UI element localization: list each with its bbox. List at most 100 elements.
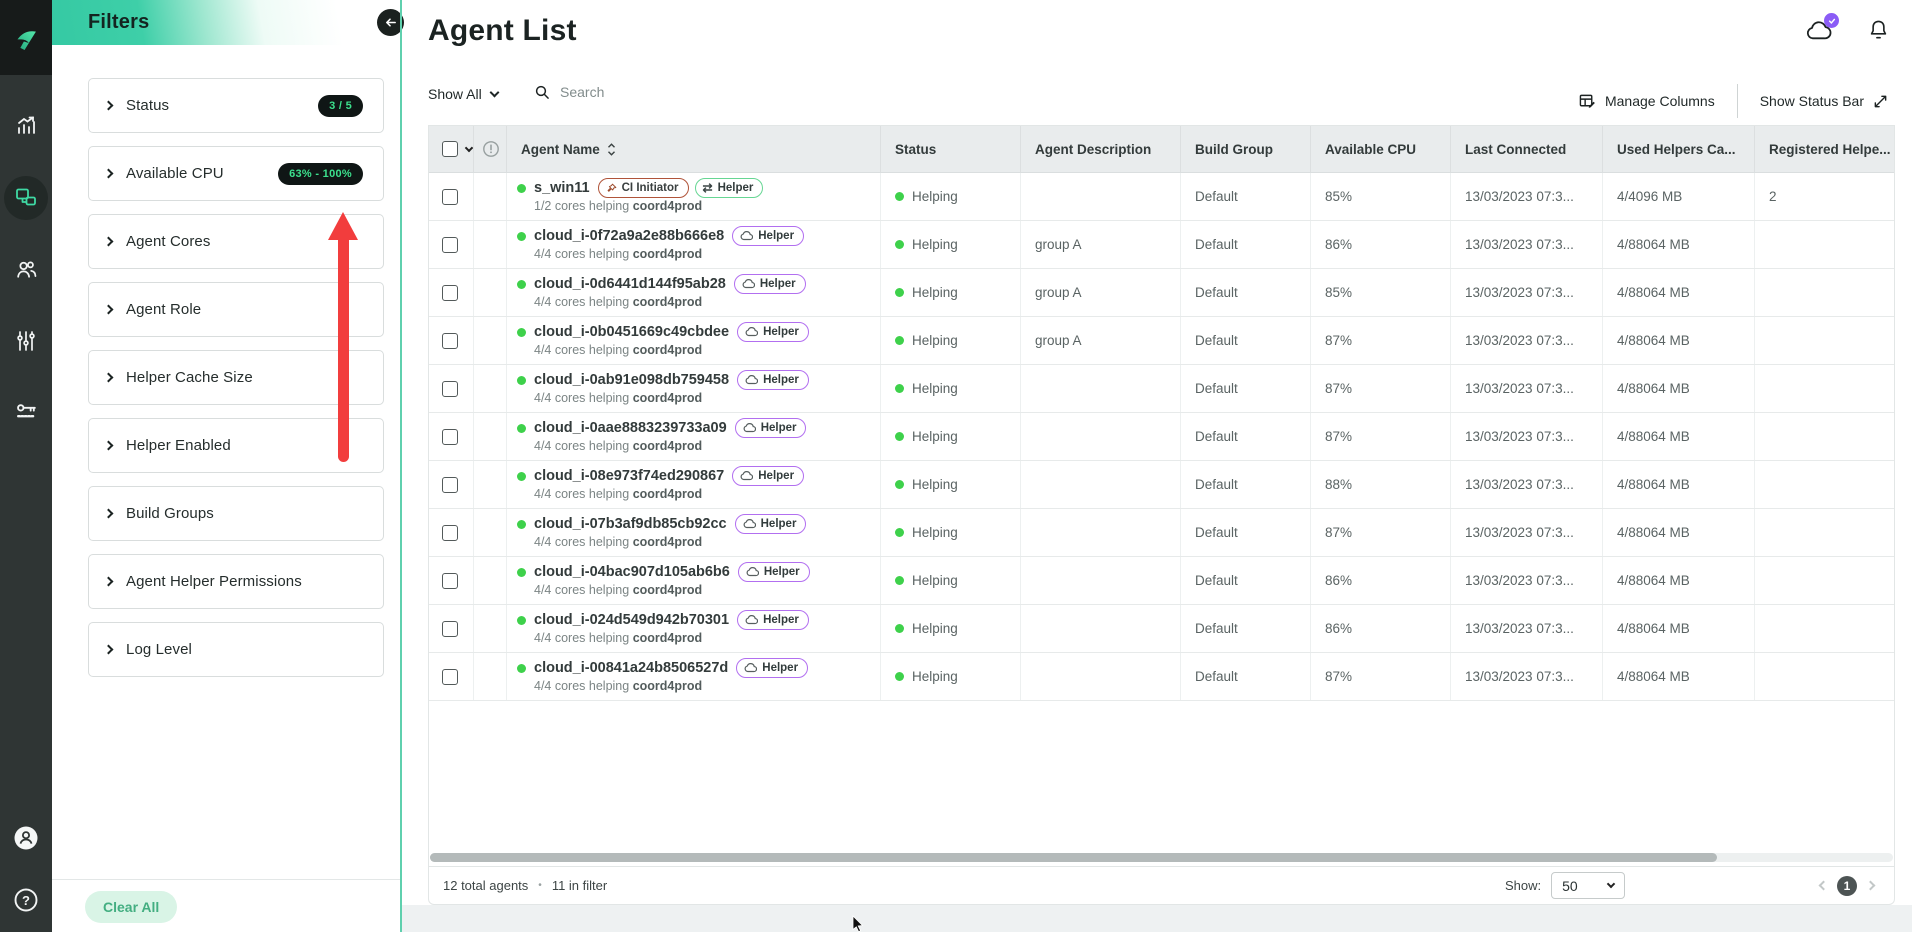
filter-item[interactable]: Helper Cache Size <box>88 350 384 405</box>
arrow-left-icon <box>384 16 397 29</box>
registered-helpers-cell <box>1755 221 1894 268</box>
agents-icon[interactable] <box>0 176 52 220</box>
last-connected-cell: 13/03/2023 07:3... <box>1451 173 1603 220</box>
last-connected-cell: 13/03/2023 07:3... <box>1451 365 1603 412</box>
dot-separator: • <box>538 880 542 891</box>
row-alert-cell <box>474 509 507 556</box>
badge-label: Helper <box>763 325 799 339</box>
cloud-icon <box>746 567 759 577</box>
badge-helper-purple: Helper <box>737 370 809 390</box>
profile-icon[interactable] <box>0 816 52 860</box>
scrollbar-thumb[interactable] <box>430 853 1717 862</box>
filter-item[interactable]: Agent Cores <box>88 214 384 269</box>
status-dot <box>895 624 904 633</box>
last-connected-cell: 13/03/2023 07:3... <box>1451 557 1603 604</box>
badge-helper-purple: Helper <box>737 322 809 342</box>
badge-helper-purple: Helper <box>732 466 804 486</box>
column-header-agent-name[interactable]: Agent Name <box>507 126 881 172</box>
tools-divider <box>1737 84 1738 118</box>
row-checkbox[interactable] <box>442 285 458 301</box>
swap-arrows-icon: ⇄ <box>703 182 713 194</box>
agent-name-cell: cloud_i-07b3af9db85cb92cc Helper 4/4 cor… <box>507 509 881 556</box>
current-page-number[interactable]: 1 <box>1837 876 1857 896</box>
sliders-icon[interactable] <box>0 319 52 363</box>
filter-item[interactable]: Build Groups <box>88 486 384 541</box>
filter-item[interactable]: Available CPU 63% - 100% <box>88 146 384 201</box>
build-group-cell: Default <box>1181 317 1311 364</box>
notifications-icon[interactable] <box>1867 18 1890 48</box>
available-cpu-cell: 86% <box>1311 605 1451 652</box>
select-all-checkbox[interactable] <box>442 141 458 157</box>
filter-label: Helper Cache Size <box>126 369 253 386</box>
filter-item[interactable]: Status 3 / 5 <box>88 78 384 133</box>
status-cell: Helping <box>881 653 1021 700</box>
row-checkbox[interactable] <box>442 189 458 205</box>
row-checkbox[interactable] <box>442 525 458 541</box>
cloud-status-icon[interactable] <box>1803 18 1835 48</box>
page-title: Agent List <box>428 14 577 48</box>
agent-name: cloud_i-07b3af9db85cb92cc <box>534 515 727 533</box>
total-agents-text: 12 total agents <box>443 878 528 893</box>
filter-item[interactable]: Helper Enabled <box>88 418 384 473</box>
row-checkbox[interactable] <box>442 381 458 397</box>
online-dot <box>517 520 526 529</box>
build-group-cell: Default <box>1181 509 1311 556</box>
agent-name: cloud_i-0b0451669c49cbdee <box>534 323 729 341</box>
row-alert-cell <box>474 365 507 412</box>
status-text: Helping <box>912 189 958 204</box>
status-text: Helping <box>912 381 958 396</box>
active-item-indicator <box>4 176 48 220</box>
status-cell: Helping <box>881 461 1021 508</box>
filter-item[interactable]: Agent Role <box>88 282 384 337</box>
page-size-select[interactable]: 50 <box>1551 872 1625 899</box>
row-checkbox[interactable] <box>442 669 458 685</box>
show-all-dropdown[interactable]: Show All <box>428 86 498 102</box>
online-dot <box>517 232 526 241</box>
row-checkbox[interactable] <box>442 621 458 637</box>
status-cell: Helping <box>881 509 1021 556</box>
agent-badges: Helper <box>732 466 804 486</box>
row-checkbox[interactable] <box>442 477 458 493</box>
app-logo[interactable] <box>0 0 52 75</box>
row-checkbox[interactable] <box>442 333 458 349</box>
status-text: Helping <box>912 573 958 588</box>
online-dot <box>517 472 526 481</box>
badge-label: Helper <box>758 469 794 483</box>
online-dot <box>517 280 526 289</box>
manage-columns-button[interactable]: Manage Columns <box>1579 93 1715 110</box>
in-filter-text: 11 in filter <box>552 878 607 893</box>
row-alert-cell <box>474 605 507 652</box>
clear-all-button[interactable]: Clear All <box>85 891 177 923</box>
show-status-bar-button[interactable]: Show Status Bar <box>1760 93 1888 109</box>
help-icon[interactable]: ? <box>0 878 52 922</box>
cloud-check-badge <box>1824 13 1839 28</box>
previous-page-button[interactable] <box>1820 882 1827 889</box>
agent-name: cloud_i-08e973f74ed290867 <box>534 467 724 485</box>
pagination: 1 <box>1820 876 1874 896</box>
badge-helper-purple: Helper <box>737 610 809 630</box>
horizontal-scrollbar[interactable] <box>429 850 1894 866</box>
filter-item[interactable]: Log Level <box>88 622 384 677</box>
filter-item[interactable]: Agent Helper Permissions <box>88 554 384 609</box>
agent-name-cell: cloud_i-04bac907d105ab6b6 Helper 4/4 cor… <box>507 557 881 604</box>
select-menu-chevron-icon[interactable] <box>465 143 473 151</box>
agent-table: Agent Name Status Agent Description Buil… <box>428 125 1895 905</box>
row-checkbox[interactable] <box>442 237 458 253</box>
badge-helper-purple: Helper <box>736 658 808 678</box>
api-keys-icon[interactable] <box>0 389 52 433</box>
filter-label: Helper Enabled <box>126 437 231 454</box>
status-cell: Helping <box>881 221 1021 268</box>
status-text: Helping <box>912 621 958 636</box>
row-checkbox[interactable] <box>442 429 458 445</box>
used-helpers-cell: 4/88064 MB <box>1603 509 1755 556</box>
badge-label: Helper <box>764 565 800 579</box>
users-icon[interactable] <box>0 247 52 291</box>
column-header-used-helpers: Used Helpers Ca... <box>1603 126 1755 172</box>
search-input[interactable]: Search <box>534 84 604 100</box>
registered-helpers-cell: 2 <box>1755 173 1894 220</box>
row-checkbox[interactable] <box>442 573 458 589</box>
build-group-cell: Default <box>1181 221 1311 268</box>
analytics-icon[interactable] <box>0 103 52 147</box>
column-header-last-connected: Last Connected <box>1451 126 1603 172</box>
next-page-button[interactable] <box>1867 882 1874 889</box>
